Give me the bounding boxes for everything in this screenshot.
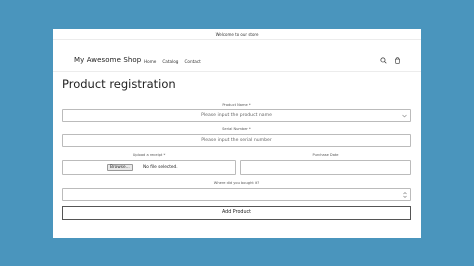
serial-number-label: Serial Number * [222,127,251,131]
announcement-bar: Welcome to our store [53,29,421,40]
receipt-file-input[interactable]: Browse... No file selected. [62,160,236,175]
browse-button[interactable]: Browse... [107,164,133,171]
product-name-select[interactable]: Please input the product name [62,109,411,122]
product-name-value: Please input the product name [201,113,272,118]
chevron-down-icon [402,114,407,118]
site-header: My Awesome Shop Home Catalog Contact [53,40,421,72]
search-icon[interactable] [380,57,387,64]
where-bought-select[interactable] [62,188,411,201]
page-title: Product registration [62,77,176,91]
serial-number-input[interactable]: Please input the serial number [62,134,411,147]
store-page: Welcome to our store My Awesome Shop Hom… [53,29,421,238]
purchase-date-input[interactable] [240,160,411,175]
nav-home[interactable]: Home [144,59,156,64]
nav-catalog[interactable]: Catalog [162,59,178,64]
add-product-button[interactable]: Add Product [62,206,411,220]
select-arrows-icon [403,192,407,198]
main-nav: Home Catalog Contact [144,59,201,64]
purchase-date-label: Purchase Date [312,153,339,157]
file-status: No file selected. [143,165,178,170]
header-icons [380,57,401,64]
store-logo[interactable]: My Awesome Shop [74,56,141,64]
nav-contact[interactable]: Contact [184,59,200,64]
cart-icon[interactable] [394,57,401,64]
receipt-label: Upload a receipt * [132,153,166,157]
where-bought-label: Where did you bought it? [213,181,260,185]
product-name-label: Product Name * [222,103,251,107]
